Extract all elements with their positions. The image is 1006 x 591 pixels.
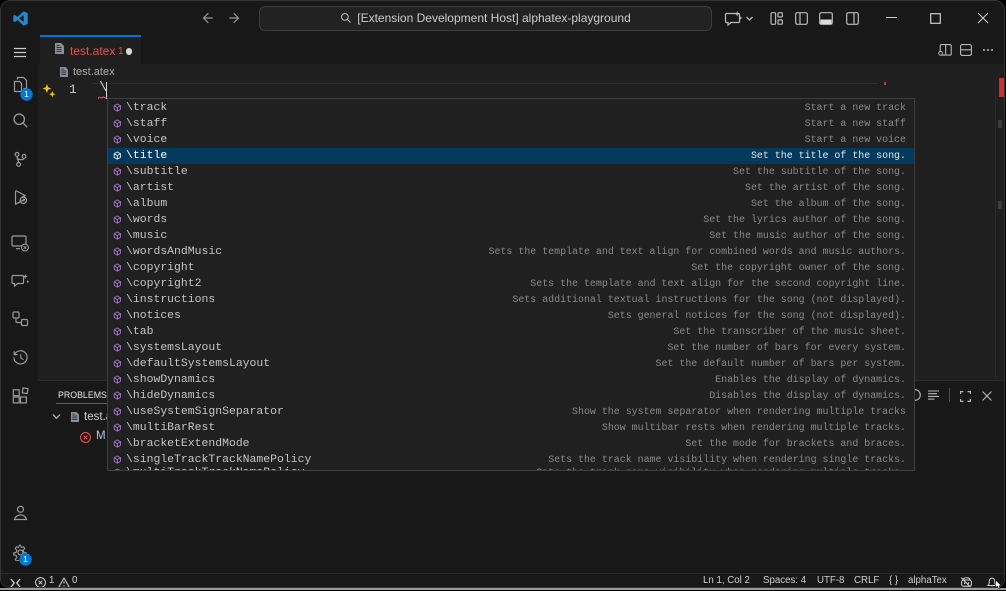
svg-text:1: 1 (24, 89, 29, 99)
svg-text:1: 1 (23, 554, 28, 564)
